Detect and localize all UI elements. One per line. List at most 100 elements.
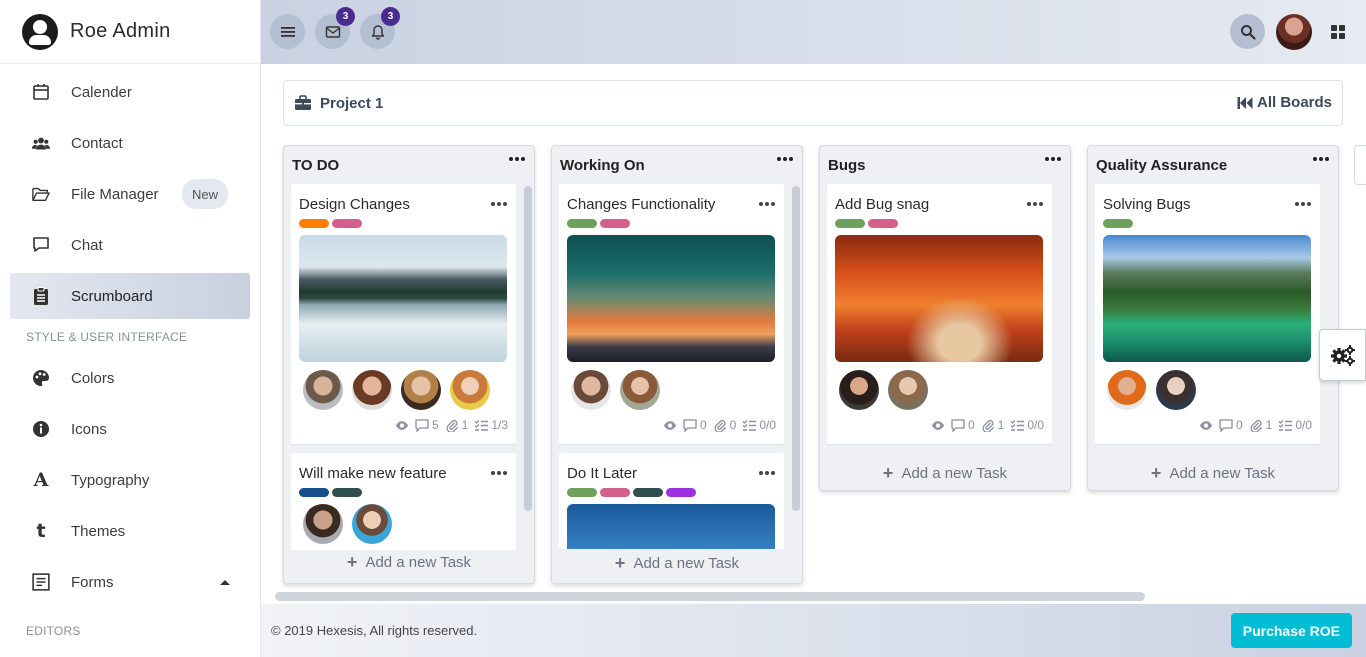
board-horizontal-scrollbar[interactable] [275,592,1145,601]
label-green[interactable] [567,488,597,497]
list-scrollbar[interactable] [524,186,532,511]
card-image-green-lake [1103,235,1311,362]
list-scrollbar[interactable] [792,186,800,511]
list-header: Bugs [820,146,1070,184]
label-orange[interactable] [299,219,329,228]
task-card[interactable]: Changes Functionality 0 0 0/0 [559,184,784,444]
member-avatar[interactable] [571,370,611,410]
list-menu-icon[interactable] [1313,157,1329,161]
label-purple[interactable] [666,488,696,497]
caret-up-icon[interactable] [220,580,230,585]
card-menu-icon[interactable] [759,471,775,475]
member-avatar[interactable] [352,370,392,410]
sidebar-item-label: Scrumboard [71,287,153,305]
task-card[interactable]: Solving Bugs 0 1 0/0 [1095,184,1320,444]
sidebar-item-contact[interactable]: Contact [10,120,250,166]
mail-count-badge: 3 [336,7,355,26]
all-boards-label: All Boards [1256,94,1332,111]
member-avatar[interactable] [888,370,928,410]
sidebar-item-themes[interactable]: t Themes [10,508,250,554]
member-avatar[interactable] [1156,370,1196,410]
sidebar-item-forms[interactable]: Forms [10,559,250,605]
purchase-button[interactable]: Purchase ROE [1230,613,1352,648]
card-image-sunset [567,235,775,362]
member-avatar[interactable] [839,370,879,410]
briefcase-icon [295,95,311,110]
member-avatar[interactable] [450,370,490,410]
label-pink[interactable] [868,219,898,228]
label-darkteal[interactable] [332,488,362,497]
card-menu-icon[interactable] [759,202,775,206]
list-title: Quality Assurance [1096,156,1228,174]
fast-backward-icon [1237,96,1253,109]
list-title: Working On [560,156,645,174]
clipboard-icon [30,285,52,307]
sidebar-item-scrumboard[interactable]: Scrumboard [10,273,250,319]
user-circle-logo-icon [22,13,58,50]
label-pink[interactable] [332,219,362,228]
task-card[interactable]: Do It Later [559,453,784,550]
label-pink[interactable] [600,219,630,228]
list-header: Working On [552,146,802,184]
label-green[interactable] [1103,219,1133,228]
label-navy[interactable] [299,488,329,497]
attachments: 0 [713,418,736,432]
all-boards-link[interactable]: All Boards [1237,94,1332,111]
card-menu-icon[interactable] [491,202,507,206]
label-green[interactable] [835,219,865,228]
label-darkteal[interactable] [633,488,663,497]
sidebar-item-file-manager[interactable]: File Manager New [10,171,250,217]
notifications-button[interactable]: 3 [360,7,400,49]
card-members [299,370,508,410]
apps-grid-button[interactable] [1320,14,1355,49]
brand[interactable]: Roe Admin [0,0,260,64]
member-avatar[interactable] [620,370,660,410]
mail-button[interactable]: 3 [315,7,355,49]
add-task-button[interactable]: + Add a new Task [1088,463,1338,484]
attachments: 1 [981,418,1004,432]
comment-icon [683,418,697,432]
sidebar-item-typography[interactable]: A Typography [10,457,250,503]
card-menu-icon[interactable] [1295,202,1311,206]
add-task-button[interactable]: + Add a new Task [820,463,1070,484]
member-avatar[interactable] [401,370,441,410]
user-avatar[interactable] [1276,14,1312,50]
list-menu-icon[interactable] [509,157,525,161]
card-menu-icon[interactable] [1027,202,1043,206]
plus-icon: + [346,552,358,572]
sidebar-item-calender[interactable]: Calender [10,69,250,115]
member-avatar[interactable] [303,504,343,544]
list-title: TO DO [292,156,340,174]
task-card[interactable]: Add Bug snag 0 1 0/0 [827,184,1052,444]
info-circle-icon [30,418,52,440]
list-menu-icon[interactable] [1045,157,1061,161]
task-card[interactable]: Design Changes 5 1 1/3 [291,184,516,444]
sidebar-item-colors[interactable]: Colors [10,355,250,401]
card-menu-icon[interactable] [491,471,507,475]
member-avatar[interactable] [303,370,343,410]
search-button[interactable] [1230,14,1265,49]
envelope-icon [325,25,340,38]
list-menu-icon[interactable] [777,157,793,161]
add-task-button[interactable]: + Add a new Task [284,552,534,573]
task-card[interactable]: Will make new feature [291,453,516,550]
menu-toggle-button[interactable] [270,14,305,49]
card-title: Do It Later [567,465,638,482]
settings-panel-button[interactable] [1319,329,1366,381]
sidebar-item-label: Calender [71,83,132,101]
member-avatar[interactable] [352,504,392,544]
grid-icon [1330,24,1345,39]
list-todo: TO DO Design Changes 5 1 1/3 Will make n… [283,145,535,584]
scrumboard-content: Project 1 All Boards TO DO Design Change… [261,64,1366,604]
paperclip-icon [982,419,994,432]
card-container: Solving Bugs 0 1 0/0 [1095,184,1320,452]
sidebar-item-icons[interactable]: Icons [10,406,250,452]
label-pink[interactable] [600,488,630,497]
section-editors: EDITORS [26,624,81,638]
member-avatar[interactable] [1107,370,1147,410]
add-task-button[interactable]: + Add a new Task [552,549,802,583]
sidebar-item-chat[interactable]: Chat [10,222,250,268]
label-green[interactable] [567,219,597,228]
card-image-mountain-lake [299,235,507,362]
views [663,419,677,432]
